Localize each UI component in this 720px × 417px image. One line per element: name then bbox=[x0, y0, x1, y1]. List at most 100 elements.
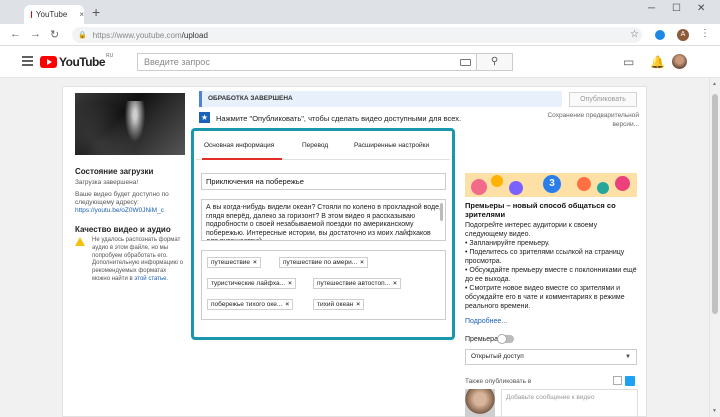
title-field[interactable] bbox=[201, 173, 446, 190]
profile-avatar[interactable]: A bbox=[677, 29, 689, 41]
learn-more-link[interactable]: Подробнее... bbox=[465, 318, 507, 325]
quality-title: Качество видео и аудио bbox=[75, 225, 171, 234]
url-field[interactable]: 🔒 https://www.youtube.com/upload bbox=[72, 27, 642, 43]
scroll-down-arrow-icon[interactable]: ▼ bbox=[712, 408, 717, 414]
youtube-play-icon bbox=[40, 56, 57, 68]
create-video-icon[interactable]: ▭ bbox=[623, 55, 634, 69]
scroll-thumb[interactable] bbox=[712, 94, 718, 314]
promo-bullet: • Смотрите новое видео вместе со зрителя… bbox=[465, 285, 625, 310]
new-tab-button[interactable]: + bbox=[92, 4, 100, 20]
video-thumbnail bbox=[75, 93, 185, 155]
user-avatar[interactable] bbox=[672, 54, 687, 69]
browser-menu-icon[interactable]: ⋮ bbox=[700, 28, 710, 39]
keyboard-icon[interactable] bbox=[460, 59, 471, 66]
twitter-icon[interactable] bbox=[625, 376, 635, 386]
youtube-favicon-icon bbox=[31, 11, 38, 18]
remove-tag-icon[interactable]: × bbox=[285, 301, 289, 308]
tag-chip: путешествие × bbox=[207, 257, 261, 268]
promo-title: Премьеры – новый способ общаться со зрит… bbox=[465, 201, 616, 219]
remove-tag-icon[interactable]: × bbox=[288, 280, 292, 287]
tab-advanced-settings[interactable]: Расширенные настройки bbox=[354, 142, 429, 149]
back-arrow-icon[interactable]: ← bbox=[10, 28, 21, 40]
url-path: /upload bbox=[181, 30, 208, 40]
star-icon: ★ bbox=[199, 112, 210, 123]
promo-number-badge: 3 bbox=[543, 175, 561, 193]
tag-label: побережье тихого оке... bbox=[211, 301, 283, 308]
page-scrollbar[interactable]: ▲ ▼ bbox=[709, 78, 720, 417]
description-scrollbar[interactable] bbox=[440, 203, 443, 221]
publish-hint: Нажмите "Опубликовать", чтобы сделать ви… bbox=[216, 114, 462, 123]
tab-basic-info[interactable]: Основная информация bbox=[204, 142, 274, 149]
remove-tag-icon[interactable]: × bbox=[356, 301, 360, 308]
article-link[interactable]: этой статье bbox=[134, 276, 166, 282]
search-icon: ⚲ bbox=[490, 56, 499, 67]
description-field[interactable]: А вы когда-нибудь видели океан? Стояли п… bbox=[201, 199, 446, 241]
window-minimize-button[interactable]: ─ bbox=[648, 3, 655, 14]
warning-icon bbox=[75, 237, 85, 246]
scroll-up-arrow-icon[interactable]: ▲ bbox=[712, 81, 717, 87]
tag-chip: путешествие автостоп... × bbox=[313, 278, 401, 289]
window-maximize-button[interactable]: ☐ bbox=[672, 3, 681, 14]
remove-tag-icon[interactable]: × bbox=[360, 259, 364, 266]
video-link-note: Ваше видео будет доступно по следующему … bbox=[75, 191, 169, 206]
share-label: Также опубликовать в bbox=[465, 378, 532, 385]
address-bar: ← → ↻ 🔒 https://www.youtube.com/upload ☆… bbox=[0, 24, 720, 46]
processing-status-banner: ОБРАБОТКА ЗАВЕРШЕНА bbox=[199, 91, 562, 107]
promo-bullet: • Обсуждайте премьеру вместе с поклонник… bbox=[465, 267, 637, 283]
reload-icon[interactable]: ↻ bbox=[50, 28, 59, 41]
upload-status-section: Состояние загрузки Загрузка завершена! В… bbox=[75, 167, 187, 234]
upload-card: ОБРАБОТКА ЗАВЕРШЕНА Опубликовать ★ Нажми… bbox=[62, 86, 647, 417]
tag-chip: тихий океан × bbox=[313, 299, 365, 310]
premiere-toggle[interactable] bbox=[497, 334, 514, 344]
search-input[interactable] bbox=[144, 57, 444, 67]
premieres-promo-image: 3 bbox=[465, 173, 637, 197]
tags-field[interactable]: путешествие × путешествие по амери... × ту… bbox=[201, 250, 446, 320]
tag-chip: туристические лайфха... × bbox=[207, 278, 296, 289]
forward-arrow-icon[interactable]: → bbox=[30, 28, 41, 40]
quality-warning: Не удалось распознать формат аудио в это… bbox=[92, 237, 186, 284]
premiere-label: Премьера bbox=[465, 336, 498, 343]
video-link[interactable]: https://youtu.be/oZ0W0JNiM_c bbox=[75, 207, 187, 214]
remove-tag-icon[interactable]: × bbox=[253, 259, 257, 266]
hamburger-menu-icon[interactable] bbox=[22, 56, 33, 68]
notifications-bell-icon[interactable]: 🔔 bbox=[650, 55, 665, 69]
share-message-placeholder: Добавьте сообщение к видео bbox=[506, 394, 595, 401]
publish-button[interactable]: Опубликовать bbox=[569, 92, 637, 107]
remove-tag-icon[interactable]: × bbox=[393, 280, 397, 287]
draft-save-status: Сохранение предварительной версии... bbox=[547, 112, 639, 128]
tab-close-icon[interactable]: × bbox=[79, 10, 84, 19]
upload-state-value: Загрузка завершена! bbox=[75, 179, 139, 186]
dropdown-caret-icon: ▼ bbox=[625, 354, 631, 360]
tag-chip: путешествие по амери... × bbox=[279, 257, 368, 268]
promo-bullet: • Поделитесь со зрителями ссылкой на стр… bbox=[465, 249, 625, 265]
logo-region: RU bbox=[106, 53, 114, 59]
share-message-input[interactable]: Добавьте сообщение к видео bbox=[501, 389, 638, 417]
tag-label: путешествие bbox=[211, 259, 251, 266]
tag-chip: побережье тихого оке... × bbox=[207, 299, 294, 310]
logo-text: YouTube bbox=[59, 55, 106, 69]
promo-body: Подогрейте интерес аудитории к своему сл… bbox=[465, 221, 637, 311]
lock-icon: 🔒 bbox=[78, 32, 87, 39]
quality-warning-end: . bbox=[166, 275, 169, 282]
browser-tab[interactable]: YouTube × bbox=[24, 5, 84, 24]
browser-tab-bar: YouTube × + ─ ☐ ✕ bbox=[0, 0, 720, 24]
tab-title: YouTube bbox=[35, 10, 68, 19]
window-close-button[interactable]: ✕ bbox=[697, 3, 705, 14]
access-dropdown[interactable]: Открытый доступ ▼ bbox=[465, 349, 637, 365]
share-checkbox[interactable] bbox=[613, 376, 622, 385]
extension-icon[interactable] bbox=[655, 30, 665, 40]
bookmark-star-icon[interactable]: ☆ bbox=[630, 29, 639, 40]
description-text: А вы когда-нибудь видели океан? Стояли п… bbox=[206, 204, 441, 240]
youtube-logo[interactable]: YouTube RU bbox=[40, 53, 114, 69]
tab-translation[interactable]: Перевод bbox=[302, 142, 328, 149]
tag-label: путешествие по амери... bbox=[283, 259, 358, 266]
youtube-header: YouTube RU ⚲ ▭ 🔔 bbox=[0, 46, 720, 78]
search-button[interactable]: ⚲ bbox=[477, 53, 513, 71]
tag-label: тихий океан bbox=[317, 301, 354, 308]
active-tab-indicator bbox=[202, 158, 282, 160]
upload-state-title: Состояние загрузки bbox=[75, 167, 154, 176]
promo-bullet: • Запланируйте премьеру. bbox=[465, 240, 550, 247]
url-host: https://www.youtube.com bbox=[92, 30, 182, 40]
channel-avatar bbox=[465, 389, 495, 417]
search-box bbox=[137, 53, 477, 71]
